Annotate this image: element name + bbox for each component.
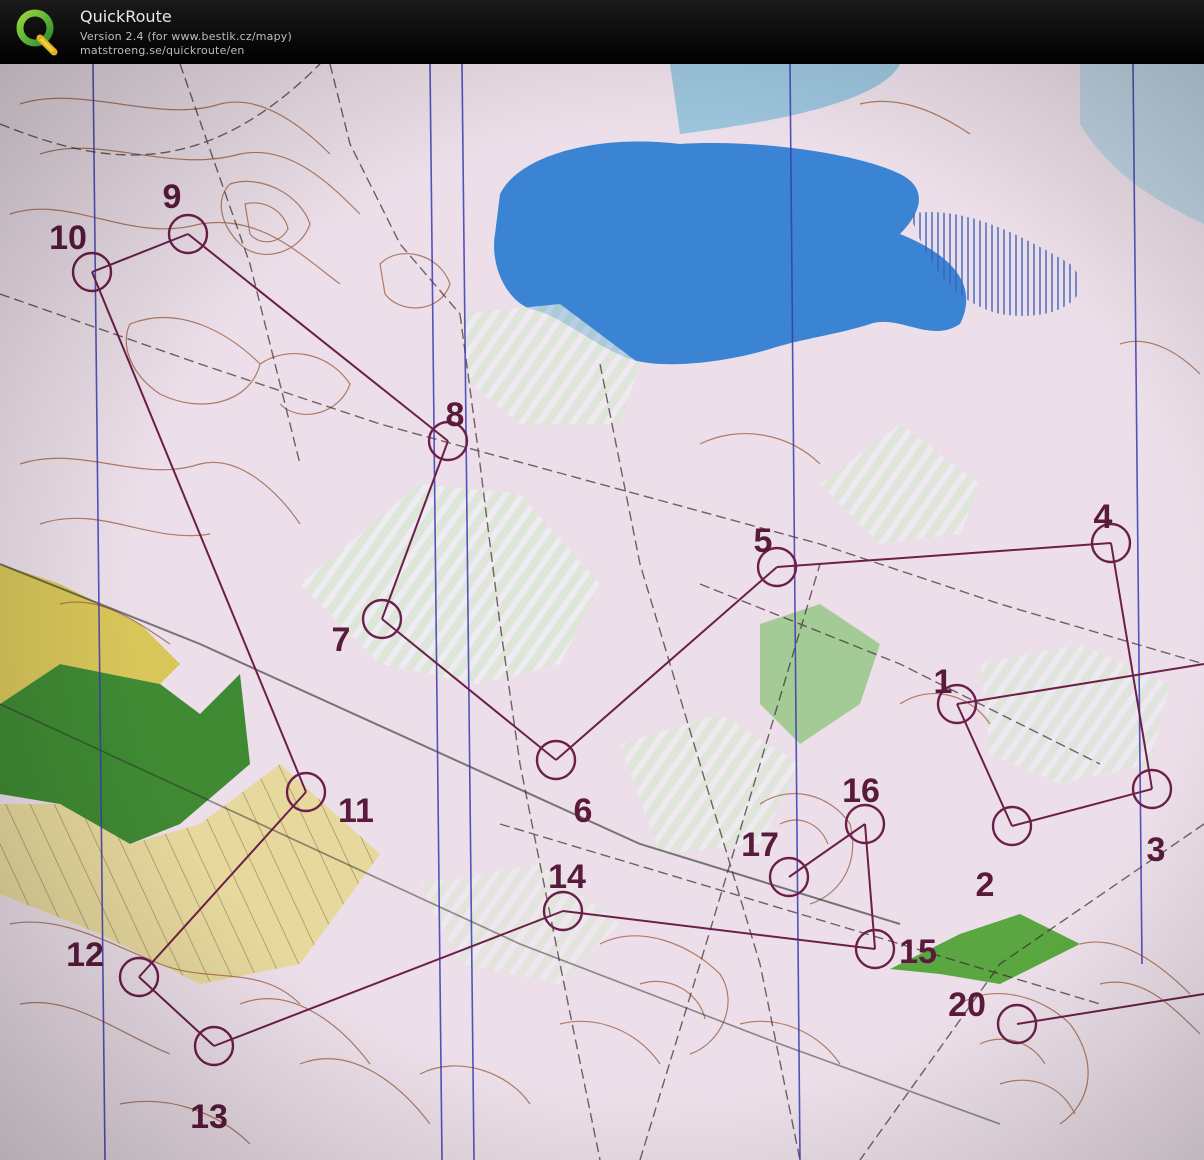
title-bar: QuickRoute Version 2.4 (for www.bestik.c…: [0, 0, 1204, 64]
version-text: Version 2.4 (for www.bestik.cz/mapy): [80, 30, 293, 43]
quickroute-logo-icon: [16, 9, 58, 56]
photo-vignette: [0, 64, 1204, 1160]
website-url[interactable]: matstroeng.se/quickroute/en: [80, 44, 245, 57]
app-title: QuickRoute: [80, 7, 172, 26]
orienteering-map[interactable]: 123456789101112131415161720: [0, 64, 1204, 1160]
